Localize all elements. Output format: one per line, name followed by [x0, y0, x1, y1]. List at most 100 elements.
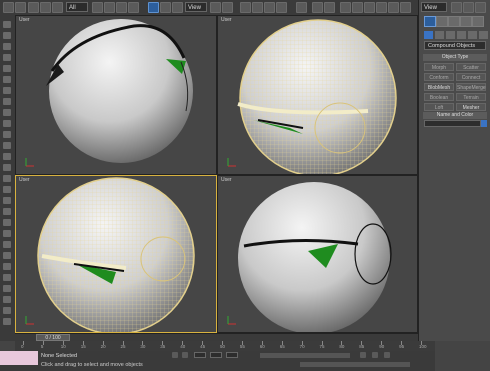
- undo-icon[interactable]: [3, 2, 14, 13]
- geometry-icon[interactable]: [424, 31, 433, 39]
- tool-icon[interactable]: [3, 241, 11, 248]
- tool-icon[interactable]: [3, 263, 11, 270]
- tool-icon[interactable]: [3, 76, 11, 83]
- tool-icon[interactable]: [3, 65, 11, 72]
- viewport-top-right[interactable]: User: [217, 15, 418, 175]
- boolean-button[interactable]: Boolean: [424, 93, 454, 101]
- rectangle-selection-icon[interactable]: [116, 2, 127, 13]
- snaps-toggle-icon[interactable]: [240, 2, 251, 13]
- scatter-button[interactable]: Scatter: [456, 63, 486, 71]
- tool-icon[interactable]: [3, 296, 11, 303]
- curve-editor-icon[interactable]: [352, 2, 363, 13]
- time-slider-handle[interactable]: 0 / 100: [36, 334, 70, 341]
- tool-icon[interactable]: [3, 208, 11, 215]
- mesher-button[interactable]: Mesher: [456, 103, 486, 111]
- layer-manager-icon[interactable]: [340, 2, 351, 13]
- spinner-snap-icon[interactable]: [276, 2, 287, 13]
- connect-button[interactable]: Connect: [456, 73, 486, 81]
- helpers-icon[interactable]: [468, 31, 477, 39]
- tool-icon[interactable]: [3, 164, 11, 171]
- set-key-button[interactable]: [372, 352, 378, 358]
- viewport-bottom-right[interactable]: User: [217, 175, 418, 333]
- unlink-icon[interactable]: [40, 2, 51, 13]
- tool-icon[interactable]: [3, 230, 11, 237]
- object-color-swatch[interactable]: [481, 120, 487, 127]
- selection-filter-dropdown[interactable]: All: [66, 2, 88, 12]
- auto-key-button[interactable]: [360, 352, 366, 358]
- tool-icon[interactable]: [3, 109, 11, 116]
- workspace-dropdown[interactable]: View: [421, 2, 447, 12]
- absolute-mode-icon[interactable]: [182, 352, 188, 358]
- reference-coordinate-dropdown[interactable]: View: [185, 2, 207, 12]
- tab-motion[interactable]: [460, 16, 472, 27]
- morph-button[interactable]: Morph: [424, 63, 454, 71]
- tool-icon[interactable]: [3, 307, 11, 314]
- bind-space-warp-icon[interactable]: [52, 2, 63, 13]
- tool-icon[interactable]: [3, 318, 11, 325]
- object-name-field[interactable]: [424, 120, 481, 127]
- maxscript-listener[interactable]: [0, 351, 38, 365]
- window-crossing-icon[interactable]: [128, 2, 139, 13]
- lock-selection-icon[interactable]: [172, 352, 178, 358]
- tool-icon[interactable]: [3, 175, 11, 182]
- align-icon[interactable]: [324, 2, 335, 13]
- tab-modify[interactable]: [436, 16, 448, 27]
- lights-icon[interactable]: [446, 31, 455, 39]
- select-manipulate-icon[interactable]: [222, 2, 233, 13]
- blobmesh-button[interactable]: BlobMesh: [424, 83, 454, 91]
- angle-snap-icon[interactable]: [252, 2, 263, 13]
- link-icon[interactable]: [28, 2, 39, 13]
- name-and-color-rollout[interactable]: Name and Color: [423, 112, 487, 119]
- tool-icon[interactable]: [3, 252, 11, 259]
- tool-icon[interactable]: [3, 87, 11, 94]
- track-bar[interactable]: 0 5 10 15 20 25 30 35 40 45 50 55 60 65 70 75 80 85 90 95 10…: [15, 341, 435, 351]
- schematic-view-icon[interactable]: [364, 2, 375, 13]
- tool-icon[interactable]: [3, 274, 11, 281]
- terrain-button[interactable]: Terrain: [456, 93, 486, 101]
- tool-icon[interactable]: [3, 21, 11, 28]
- tool-icon[interactable]: [3, 98, 11, 105]
- panel-tool-icon[interactable]: [451, 2, 462, 13]
- viewport-top-left[interactable]: User: [15, 15, 217, 175]
- loft-button[interactable]: Loft: [424, 103, 454, 111]
- tab-create[interactable]: [424, 16, 436, 27]
- percent-snap-icon[interactable]: [264, 2, 275, 13]
- shapemerge-button[interactable]: ShapeMerge: [456, 83, 486, 91]
- object-type-rollout[interactable]: Object Type: [423, 54, 487, 61]
- play-icon[interactable]: [384, 352, 390, 358]
- tool-icon[interactable]: [3, 54, 11, 61]
- tab-display[interactable]: [472, 16, 484, 27]
- tool-icon[interactable]: [3, 197, 11, 204]
- tab-hierarchy[interactable]: [448, 16, 460, 27]
- tool-icon[interactable]: [3, 120, 11, 127]
- select-and-rotate-icon[interactable]: [160, 2, 171, 13]
- tool-icon[interactable]: [3, 131, 11, 138]
- tool-icon[interactable]: [3, 285, 11, 292]
- cameras-icon[interactable]: [457, 31, 466, 39]
- named-selection-icon[interactable]: [296, 2, 307, 13]
- render-setup-icon[interactable]: [388, 2, 399, 13]
- viewport-bottom-left[interactable]: User: [15, 175, 217, 333]
- z-coordinate-field[interactable]: [226, 352, 238, 358]
- select-by-name-icon[interactable]: [104, 2, 115, 13]
- conform-button[interactable]: Conform: [424, 73, 454, 81]
- select-and-scale-icon[interactable]: [172, 2, 183, 13]
- tool-icon[interactable]: [3, 153, 11, 160]
- select-and-move-icon[interactable]: [148, 2, 159, 13]
- panel-tool-icon[interactable]: [475, 2, 486, 13]
- material-editor-icon[interactable]: [376, 2, 387, 13]
- tool-icon[interactable]: [3, 43, 11, 50]
- tool-icon[interactable]: [3, 32, 11, 39]
- shapes-icon[interactable]: [435, 31, 444, 39]
- y-coordinate-field[interactable]: [210, 352, 222, 358]
- category-dropdown[interactable]: Compound Objects: [424, 41, 486, 50]
- pivot-center-icon[interactable]: [210, 2, 221, 13]
- tool-icon[interactable]: [3, 142, 11, 149]
- x-coordinate-field[interactable]: [194, 352, 206, 358]
- mirror-icon[interactable]: [312, 2, 323, 13]
- redo-icon[interactable]: [15, 2, 26, 13]
- select-object-icon[interactable]: [92, 2, 103, 13]
- systems-icon[interactable]: [479, 31, 488, 39]
- tool-icon[interactable]: [3, 186, 11, 193]
- panel-tool-icon[interactable]: [463, 2, 474, 13]
